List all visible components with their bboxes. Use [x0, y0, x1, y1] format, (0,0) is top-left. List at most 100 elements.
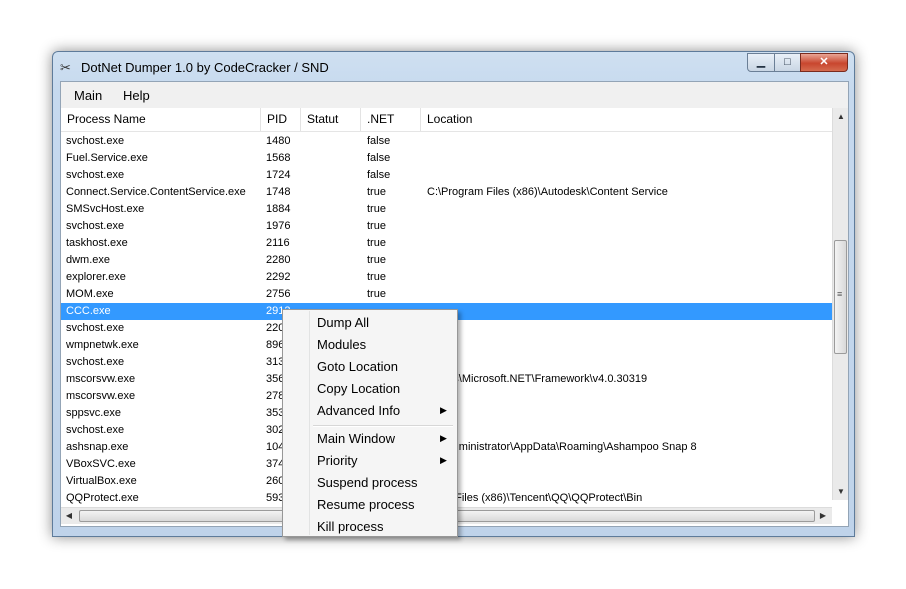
menu-item-priority[interactable]: Priority ▶ [284, 450, 456, 471]
vertical-scroll-thumb[interactable]: ≡ [834, 240, 847, 354]
cell-pid: 2116 [266, 237, 290, 249]
cell-location: ndows\Microsoft.NET\Framework\v4.0.30319 [427, 373, 648, 385]
cell-pid: 1568 [266, 152, 291, 164]
list-header: Process Name PID Statut .NET Location [61, 108, 832, 132]
menu-item-label: Goto Location [317, 359, 398, 374]
table-row[interactable]: svchost.exe 1976 true [61, 218, 832, 235]
column-header-statut[interactable]: Statut [301, 108, 361, 131]
cell-location: gram Files (x86)\Tencent\QQ\QQProtect\Bi… [427, 492, 643, 504]
column-header-pid[interactable]: PID [261, 108, 301, 131]
table-row[interactable]: MOM.exe 2756 true [61, 286, 832, 303]
maximize-button[interactable]: □ [774, 53, 801, 72]
cell-process-name: explorer.exe [66, 271, 126, 283]
cell-pid: 2292 [266, 271, 291, 283]
menu-item-label: Kill process [317, 519, 384, 534]
column-header-process-name[interactable]: Process Name [61, 108, 261, 131]
cell-process-name: Connect.Service.ContentService.exe [66, 186, 246, 198]
cell-net: true [367, 186, 386, 198]
cell-pid: 1724 [266, 169, 291, 181]
table-row[interactable]: SMSvcHost.exe 1884 true [61, 201, 832, 218]
table-row[interactable]: Connect.Service.ContentService.exe 1748 tr… [61, 184, 832, 201]
cell-process-name: VirtualBox.exe [66, 475, 137, 487]
cell-net: false [367, 169, 391, 181]
menu-item-label: Advanced Info [317, 403, 401, 418]
menu-item-label: Dump All [317, 315, 370, 330]
close-button[interactable]: ✕ [800, 53, 848, 72]
cell-process-name: QQProtect.exe [66, 492, 139, 504]
grip-icon: ≡ [837, 289, 843, 299]
scroll-left-icon[interactable]: ◀ [61, 508, 77, 525]
column-header-location[interactable]: Location [421, 108, 832, 131]
cell-pid: 1884 [266, 203, 291, 215]
table-row[interactable]: Fuel.Service.exe 1568 false [61, 150, 832, 167]
table-row[interactable]: taskhost.exe 2116 true [61, 235, 832, 252]
cell-net: true [367, 254, 386, 266]
cell-net: true [367, 220, 386, 232]
cell-process-name: svchost.exe [66, 135, 125, 147]
scroll-down-icon[interactable]: ▼ [833, 483, 848, 500]
submenu-arrow-icon: ▶ [440, 455, 447, 465]
cell-process-name: dwm.exe [66, 254, 111, 266]
cell-pid: 1748 [266, 186, 291, 198]
minimize-button[interactable]: ▁ [747, 53, 775, 72]
menu-item-copy-location[interactable]: Copy Location [284, 378, 456, 399]
cell-process-name: CCC.exe [66, 305, 111, 317]
menu-bar: Main Help [61, 82, 848, 108]
table-row[interactable]: svchost.exe 1724 false [61, 167, 832, 184]
cell-process-name: MOM.exe [66, 288, 114, 300]
cell-net: false [367, 152, 391, 164]
cell-process-name: svchost.exe [66, 322, 125, 334]
cell-net: true [367, 237, 386, 249]
cell-net: true [367, 288, 386, 300]
menu-help[interactable]: Help [123, 88, 150, 103]
menu-separator [313, 425, 453, 427]
cell-pid: 2280 [266, 254, 291, 266]
app-tools-icon: ✂ [60, 60, 71, 75]
menu-item-label: Priority [317, 453, 358, 468]
table-row[interactable]: explorer.exe 2292 true [61, 269, 832, 286]
cell-process-name: Fuel.Service.exe [66, 152, 148, 164]
submenu-arrow-icon: ▶ [440, 405, 447, 415]
cell-net: false [367, 135, 391, 147]
column-header-net[interactable]: .NET [361, 108, 421, 131]
cell-process-name: ashsnap.exe [66, 441, 129, 453]
cell-process-name: taskhost.exe [66, 237, 128, 249]
cell-process-name: mscorsvw.exe [66, 373, 136, 385]
cell-pid: 2756 [266, 288, 291, 300]
menu-item-suspend-process[interactable]: Suspend process [284, 472, 456, 493]
cell-process-name: wmpnetwk.exe [66, 339, 139, 351]
vertical-scrollbar[interactable]: ▲ ≡ ▼ [832, 108, 848, 500]
table-row[interactable]: dwm.exe 2280 true [61, 252, 832, 269]
table-row[interactable]: svchost.exe 1480 false [61, 133, 832, 150]
menu-item-label: Resume process [317, 497, 415, 512]
scroll-up-icon[interactable]: ▲ [833, 108, 848, 125]
menu-item-label: Modules [317, 337, 367, 352]
menu-item-advanced-info[interactable]: Advanced Info ▶ [284, 400, 456, 421]
cell-location: C:\Program Files (x86)\Autodesk\Content … [427, 186, 668, 198]
cell-pid: 1976 [266, 220, 291, 232]
menu-item-modules[interactable]: Modules [284, 334, 456, 355]
menu-item-main-window[interactable]: Main Window ▶ [284, 428, 456, 449]
cell-pid: 1480 [266, 135, 291, 147]
cell-process-name: svchost.exe [66, 424, 125, 436]
cell-process-name: svchost.exe [66, 169, 125, 181]
menu-item-dump-all[interactable]: Dump All [284, 312, 456, 333]
menu-item-kill-process[interactable]: Kill process [284, 516, 456, 537]
menu-item-label: Copy Location [317, 381, 401, 396]
window-title: DotNet Dumper 1.0 by CodeCracker / SND [81, 60, 329, 75]
menu-item-goto-location[interactable]: Goto Location [284, 356, 456, 377]
cell-location: ers\Administrator\AppData\Roaming\Ashamp… [427, 441, 697, 453]
cell-process-name: SMSvcHost.exe [66, 203, 145, 215]
scroll-right-icon[interactable]: ▶ [815, 508, 831, 525]
cell-net: true [367, 271, 386, 283]
cell-process-name: svchost.exe [66, 356, 125, 368]
menu-main[interactable]: Main [74, 88, 102, 103]
menu-item-label: Suspend process [317, 475, 418, 490]
cell-process-name: VBoxSVC.exe [66, 458, 136, 470]
cell-process-name: mscorsvw.exe [66, 390, 136, 402]
title-bar[interactable]: ✂ DotNet Dumper 1.0 by CodeCracker / SND… [53, 52, 854, 81]
cell-net: true [367, 203, 386, 215]
menu-item-resume-process[interactable]: Resume process [284, 494, 456, 515]
cell-process-name: svchost.exe [66, 220, 125, 232]
submenu-arrow-icon: ▶ [440, 433, 447, 443]
